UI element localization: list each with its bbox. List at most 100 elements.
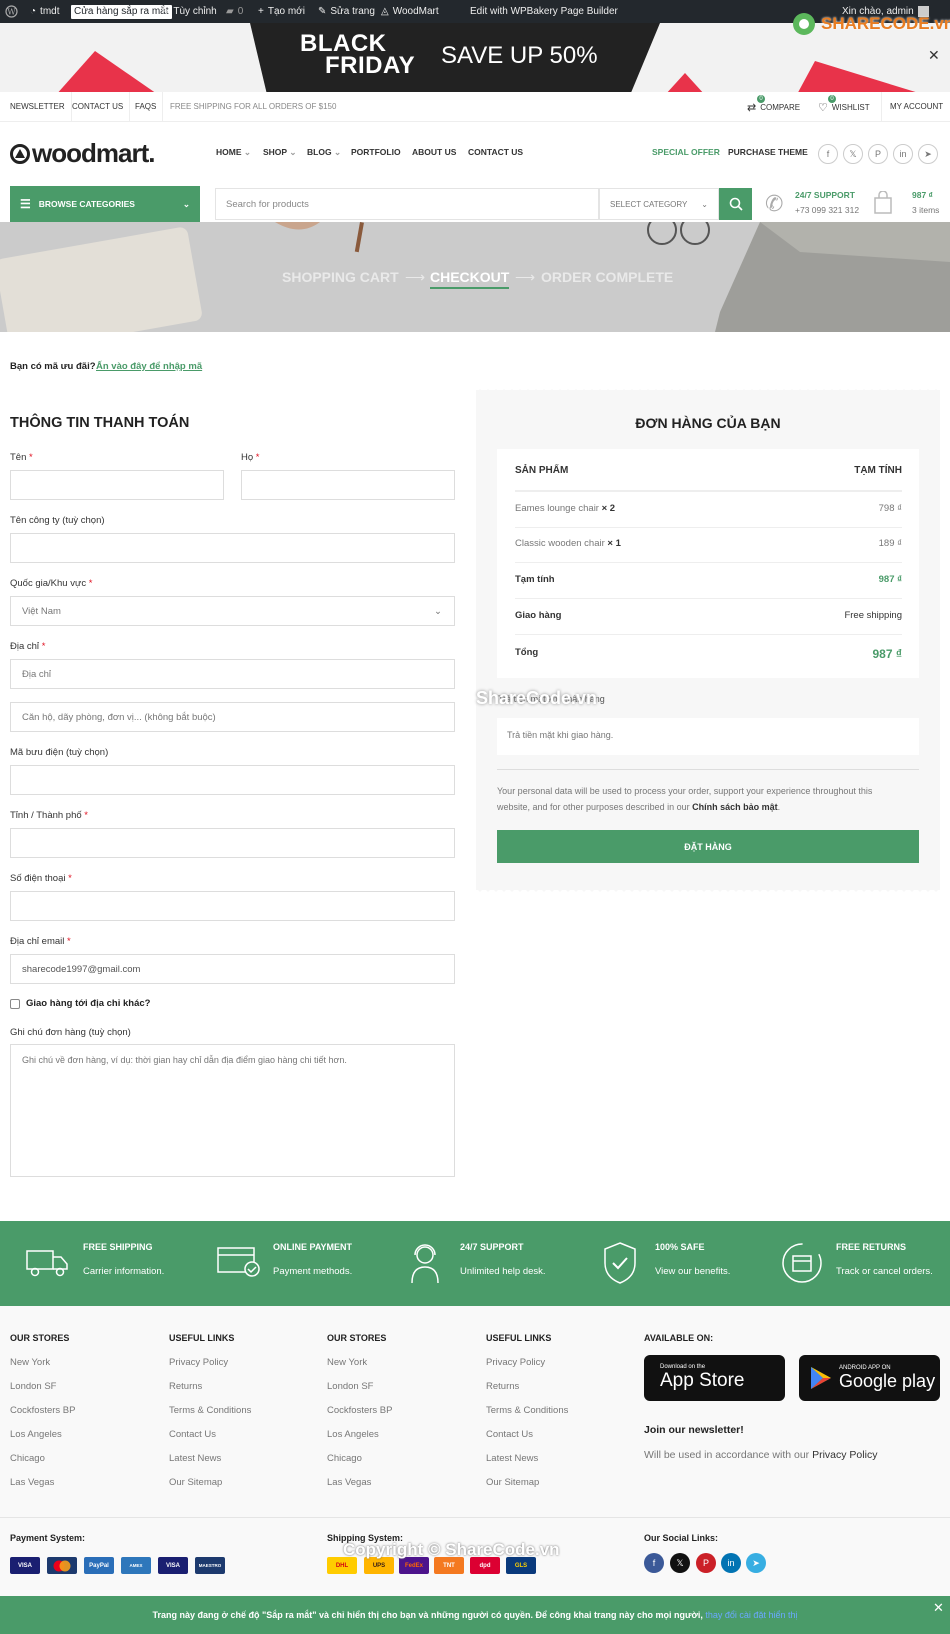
coming-soon-badge[interactable]: Cửa hàng sắp ra mắt <box>71 0 172 23</box>
footer-link[interactable]: Cockfosters BP <box>10 1405 75 1416</box>
promo-close-button[interactable]: ✕ <box>928 47 940 64</box>
nav-home[interactable]: HOME ⌄ <box>216 147 251 158</box>
footer-link[interactable]: Terms & Conditions <box>486 1405 568 1416</box>
feature-sub[interactable]: Carrier information. <box>83 1266 164 1277</box>
footer-link[interactable]: Latest News <box>486 1453 538 1464</box>
ship-other-label[interactable]: Giao hàng tới địa chỉ khác? <box>26 998 150 1009</box>
site-name-link[interactable]: ◔ tmdt <box>30 0 60 23</box>
footer-link[interactable]: Contact Us <box>486 1429 533 1440</box>
browse-categories-button[interactable]: ☰ BROWSE CATEGORIES ⌄ <box>10 186 200 222</box>
x-icon[interactable]: 𝕏 <box>670 1553 690 1573</box>
feature-sub[interactable]: Unlimited help desk. <box>460 1266 546 1277</box>
my-account-link[interactable]: MY ACCOUNT <box>881 92 943 122</box>
step-shopping-cart[interactable]: SHOPPING CART <box>282 269 399 285</box>
footer-link[interactable]: New York <box>10 1357 50 1368</box>
footer-link[interactable]: Las Vegas <box>327 1477 371 1488</box>
footer-link[interactable]: Los Angeles <box>10 1429 62 1440</box>
category-select[interactable]: SELECT CATEGORY ⌄ <box>599 188 719 220</box>
facebook-icon[interactable]: f <box>818 144 838 164</box>
topbar-link-contact[interactable]: CONTACT US <box>66 92 131 122</box>
last-name-field[interactable] <box>241 470 455 500</box>
footer-link[interactable]: Privacy Policy <box>169 1357 228 1368</box>
compare-link[interactable]: ⇄ COMPARE <box>747 101 800 114</box>
feature-sub[interactable]: Payment methods. <box>273 1266 352 1277</box>
footer-link[interactable]: New York <box>327 1357 367 1368</box>
footer-link[interactable]: Las Vegas <box>10 1477 54 1488</box>
ship-other-checkbox[interactable] <box>10 999 20 1009</box>
postcode-label: Mã bưu điện (tuỳ chọn) <box>10 747 109 758</box>
notes-textarea[interactable]: Ghi chú về đơn hàng, ví dụ: thời gian ha… <box>10 1044 455 1177</box>
pinterest-icon[interactable]: P <box>868 144 888 164</box>
wishlist-link[interactable]: ♡ WISHLIST <box>818 101 870 114</box>
country-select[interactable]: Việt Nam ⌄ <box>10 596 455 626</box>
notice-close-button[interactable]: ✕ <box>933 1600 944 1616</box>
topbar-link-newsletter[interactable]: NEWSLETTER <box>4 92 72 122</box>
visibility-settings-link[interactable]: thay đổi cài đặt hiển thị <box>705 1610 797 1620</box>
new-content-link[interactable]: + Tạo mới <box>258 0 305 23</box>
brush-icon: ✎ <box>161 6 170 17</box>
city-field[interactable] <box>10 828 455 858</box>
search-input[interactable]: Search for products <box>215 188 599 220</box>
telegram-icon[interactable]: ➤ <box>746 1553 766 1573</box>
footer-link[interactable]: Chicago <box>327 1453 362 1464</box>
linkedin-icon[interactable]: in <box>893 144 913 164</box>
special-offer-link[interactable]: SPECIAL OFFER <box>652 147 720 157</box>
place-order-button[interactable]: ĐẶT HÀNG <box>497 830 919 863</box>
address-field[interactable]: Địa chỉ <box>10 659 455 689</box>
woodmart-menu[interactable]: ◬ WoodMart <box>381 0 439 23</box>
x-icon[interactable]: 𝕏 <box>843 144 863 164</box>
footer-link[interactable]: Contact Us <box>169 1429 216 1440</box>
footer-link[interactable]: Chicago <box>10 1453 45 1464</box>
footer-link[interactable]: Returns <box>169 1381 202 1392</box>
wordpress-icon[interactable]: W <box>5 0 18 23</box>
nav-contact[interactable]: CONTACT US <box>468 147 523 157</box>
wpbakery-link[interactable]: Edit with WPBakery Page Builder <box>470 0 618 23</box>
facebook-icon[interactable]: f <box>644 1553 664 1573</box>
city-label: Tỉnh / Thành phố * <box>10 810 88 821</box>
nav-blog[interactable]: BLOG ⌄ <box>307 147 341 158</box>
footer-link[interactable]: Latest News <box>169 1453 221 1464</box>
topbar-link-faqs[interactable]: FAQS <box>129 92 164 122</box>
cart-icon[interactable] <box>873 190 893 218</box>
footer-link[interactable]: Terms & Conditions <box>169 1405 251 1416</box>
google-play-icon <box>811 1367 831 1389</box>
chevron-down-icon: ⌄ <box>701 199 708 209</box>
telegram-icon[interactable]: ➤ <box>918 144 938 164</box>
footer-link[interactable]: Cockfosters BP <box>327 1405 392 1416</box>
phone-field[interactable] <box>10 891 455 921</box>
site-logo[interactable]: woodmart. <box>10 138 155 169</box>
nav-shop[interactable]: SHOP ⌄ <box>263 147 296 158</box>
customize-link[interactable]: ✎ Tùy chỉnh <box>161 0 217 23</box>
top-bar: NEWSLETTER CONTACT US FAQS FREE SHIPPING… <box>0 92 950 122</box>
email-field[interactable]: sharecode1997@gmail.com <box>10 954 455 984</box>
company-field[interactable] <box>10 533 455 563</box>
chevron-down-icon: ⌄ <box>289 147 297 157</box>
footer-link[interactable]: Returns <box>486 1381 519 1392</box>
nav-about[interactable]: ABOUT US <box>412 147 456 157</box>
footer-link[interactable]: Our Sitemap <box>169 1477 222 1488</box>
first-name-field[interactable] <box>10 470 224 500</box>
pinterest-icon[interactable]: P <box>696 1553 716 1573</box>
edit-page-link[interactable]: ✎ Sửa trang <box>318 0 375 23</box>
comments-link[interactable]: ▰ 0 <box>226 0 243 23</box>
nav-portfolio[interactable]: PORTFOLIO <box>351 147 401 157</box>
footer-link[interactable]: Los Angeles <box>327 1429 379 1440</box>
support-title: 24/7 SUPPORT <box>795 190 855 200</box>
google-play-button[interactable]: ANDROID APP ON Google play <box>799 1355 940 1401</box>
postcode-field[interactable] <box>10 765 455 795</box>
linkedin-icon[interactable]: in <box>721 1553 741 1573</box>
app-store-button[interactable]: Download on the App Store <box>644 1355 785 1401</box>
footer-link[interactable]: London SF <box>327 1381 373 1392</box>
address2-field[interactable]: Căn hộ, dãy phòng, đơn vị... (không bắt … <box>10 702 455 732</box>
divider <box>515 634 902 635</box>
search-button[interactable] <box>719 188 752 220</box>
footer-link[interactable]: London SF <box>10 1381 56 1392</box>
purchase-theme-link[interactable]: PURCHASE THEME <box>728 147 808 157</box>
zigzag-edge-top <box>476 389 940 393</box>
feature-sub[interactable]: Track or cancel orders. <box>836 1266 933 1277</box>
footer-link[interactable]: Privacy Policy <box>486 1357 545 1368</box>
feature-sub[interactable]: View our benefits. <box>655 1266 730 1277</box>
cart-total[interactable]: 987 ₫ <box>912 190 933 200</box>
coupon-link[interactable]: Ấn vào đây để nhập mã <box>96 361 202 372</box>
footer-link[interactable]: Our Sitemap <box>486 1477 539 1488</box>
